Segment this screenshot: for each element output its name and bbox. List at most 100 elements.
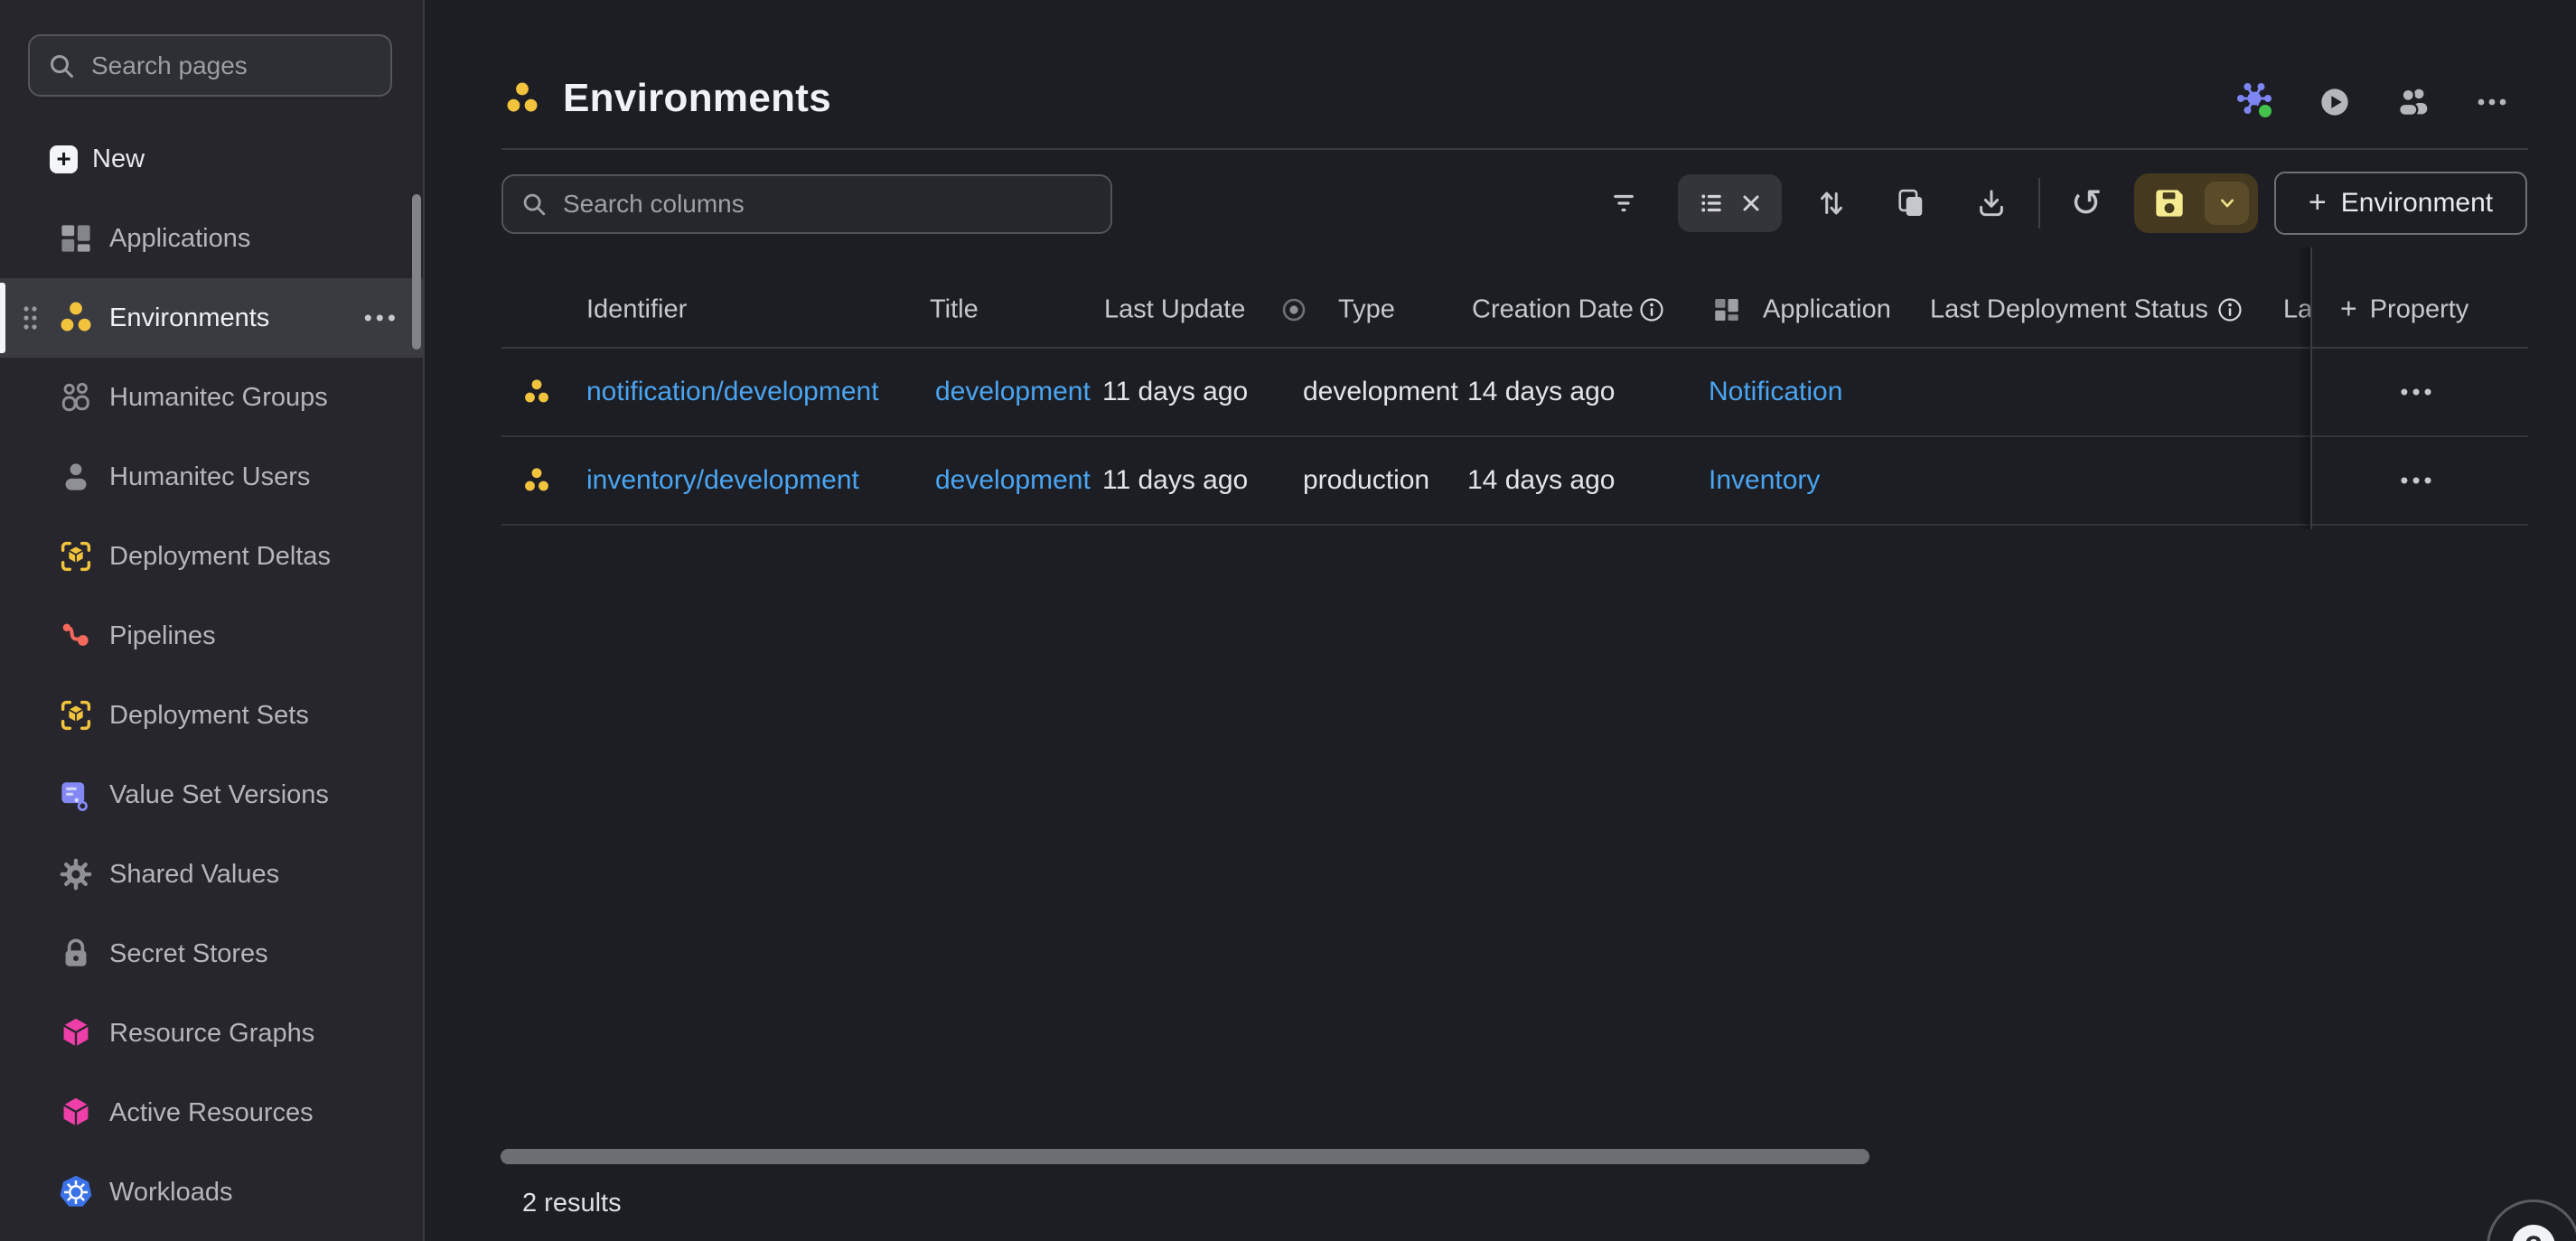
search-icon <box>520 190 548 219</box>
sidebar-item-environments[interactable]: Environments ••• <box>0 278 425 358</box>
new-button[interactable]: + New <box>0 132 425 186</box>
row-actions-icon[interactable]: ••• <box>2388 378 2448 406</box>
sidebar-item-workloads[interactable]: Workloads <box>0 1152 425 1232</box>
add-property-label: Property <box>2370 295 2469 325</box>
application-link[interactable]: Notification <box>1709 377 1842 407</box>
sidebar-item-label: Applications <box>109 224 250 254</box>
plus-icon: + <box>2340 294 2357 323</box>
sidebar-search[interactable] <box>28 34 392 97</box>
undo-icon[interactable]: ↺ <box>2065 182 2108 225</box>
gear-icon <box>54 853 98 896</box>
col-type[interactable]: Type <box>1338 295 1395 325</box>
sidebar-item-label: Deployment Deltas <box>109 542 331 572</box>
view-mode-group <box>1678 174 1782 232</box>
sidebar-item-applications[interactable]: Applications <box>0 199 425 278</box>
deployment-delta-icon <box>54 535 98 578</box>
last-update-value: 11 days ago <box>1102 377 1248 407</box>
main-content: Environments <box>426 0 2576 1241</box>
sidebar-item-resource-graphs[interactable]: Resource Graphs <box>0 994 425 1073</box>
sidebar-item-shared-values[interactable]: Shared Values <box>0 835 425 914</box>
sidebar-item-label: Humanitec Groups <box>109 383 328 413</box>
list-view-icon[interactable] <box>1696 187 1728 219</box>
sidebar-item-humanitec-users[interactable]: Humanitec Users <box>0 437 425 517</box>
identifier-link[interactable]: notification/development <box>586 377 879 407</box>
help-icon: ? <box>2512 1225 2555 1241</box>
drag-handle-icon[interactable] <box>20 304 42 331</box>
help-button[interactable]: ? <box>2487 1199 2576 1241</box>
sidebar-item-humanitec-groups[interactable]: Humanitec Groups <box>0 358 425 437</box>
identifier-link[interactable]: inventory/development <box>586 465 859 496</box>
environment-icon <box>520 376 553 408</box>
pinned-column-shadow <box>2298 247 2310 529</box>
play-icon[interactable] <box>2313 80 2356 124</box>
application-link[interactable]: Inventory <box>1709 465 1820 496</box>
members-icon[interactable] <box>2392 80 2435 124</box>
sort-icon[interactable] <box>1810 182 1853 225</box>
sidebar-item-label: Active Resources <box>109 1098 314 1128</box>
save-icon[interactable] <box>2134 173 2205 233</box>
title-link[interactable]: development <box>935 465 1091 496</box>
search-pages-input[interactable] <box>89 51 374 81</box>
clear-x-icon[interactable] <box>1738 190 1765 217</box>
add-environment-label: Environment <box>2341 188 2493 219</box>
sidebar-item-active-resources[interactable]: Active Resources <box>0 1073 425 1152</box>
sidebar-item-deployment-deltas[interactable]: Deployment Deltas <box>0 517 425 596</box>
title-link[interactable]: development <box>935 377 1091 407</box>
sidebar-item-label: Workloads <box>109 1178 232 1208</box>
sidebar-item-value-set-versions[interactable]: Value Set Versions <box>0 755 425 835</box>
download-icon[interactable] <box>1970 182 2013 225</box>
col-last-deployment-status[interactable]: Last Deployment Status <box>1930 295 2208 325</box>
environments-icon <box>501 78 543 119</box>
sidebar-item-label: Shared Values <box>109 860 279 890</box>
environments-icon <box>54 296 98 340</box>
resource-cube-icon <box>54 1012 98 1055</box>
groups-icon <box>54 376 98 419</box>
app-window: + New Applications Environments <box>0 0 2576 1241</box>
more-icon[interactable] <box>2470 80 2514 124</box>
sidebar-scrollbar-thumb[interactable] <box>412 194 421 350</box>
info-icon[interactable] <box>2216 296 2243 323</box>
table-search[interactable] <box>501 174 1112 234</box>
col-creation-date[interactable]: Creation Date <box>1472 295 1634 325</box>
horizontal-scrollbar-thumb[interactable] <box>501 1149 1869 1164</box>
search-icon <box>46 51 77 81</box>
add-property-button[interactable]: + Property <box>2340 295 2468 325</box>
last-update-value: 11 days ago <box>1102 465 1248 496</box>
sidebar-item-label: Pipelines <box>109 621 216 651</box>
sidebar-item-pipelines[interactable]: Pipelines <box>0 596 425 676</box>
copy-icon[interactable] <box>1889 182 1933 225</box>
chevron-down-icon[interactable] <box>2205 182 2249 225</box>
resource-graph-status-icon[interactable] <box>2234 80 2278 124</box>
col-last-update[interactable]: Last Update <box>1104 295 1245 325</box>
info-icon[interactable] <box>1638 296 1665 323</box>
type-value: production <box>1303 465 1429 496</box>
sidebar-item-label: Resource Graphs <box>109 1019 314 1049</box>
add-environment-button[interactable]: + Environment <box>2274 172 2527 235</box>
plus-icon: + <box>50 145 78 173</box>
search-columns-input[interactable] <box>561 189 1094 219</box>
col-identifier[interactable]: Identifier <box>586 295 687 325</box>
row-actions-icon[interactable]: ••• <box>2388 467 2448 495</box>
item-more-icon[interactable]: ••• <box>364 304 399 332</box>
applications-icon <box>54 217 98 260</box>
col-title[interactable]: Title <box>930 295 979 325</box>
sidebar-item-label: Value Set Versions <box>109 780 329 810</box>
creation-date-value: 14 days ago <box>1467 465 1615 496</box>
table-row[interactable]: inventory/development development 11 day… <box>501 437 2528 526</box>
sidebar-item-secret-stores[interactable]: Secret Stores <box>0 914 425 994</box>
filter-icon[interactable] <box>1602 182 1645 225</box>
toolbar-divider <box>2038 178 2040 229</box>
col-application[interactable]: Application <box>1763 295 1891 325</box>
new-button-label: New <box>92 145 145 174</box>
page-title: Environments <box>563 76 831 121</box>
user-icon <box>54 455 98 499</box>
kubernetes-icon <box>54 1171 98 1214</box>
lock-icon <box>54 932 98 975</box>
resource-cube-icon <box>54 1091 98 1134</box>
environments-table: Identifier Title Last Update Type Creati… <box>501 273 2528 526</box>
header-actions <box>2234 80 2514 124</box>
save-split-button <box>2134 173 2258 233</box>
table-row[interactable]: notification/development development 11 … <box>501 349 2528 437</box>
sidebar-item-deployment-sets[interactable]: Deployment Sets <box>0 676 425 755</box>
type-value: development <box>1303 377 1458 407</box>
